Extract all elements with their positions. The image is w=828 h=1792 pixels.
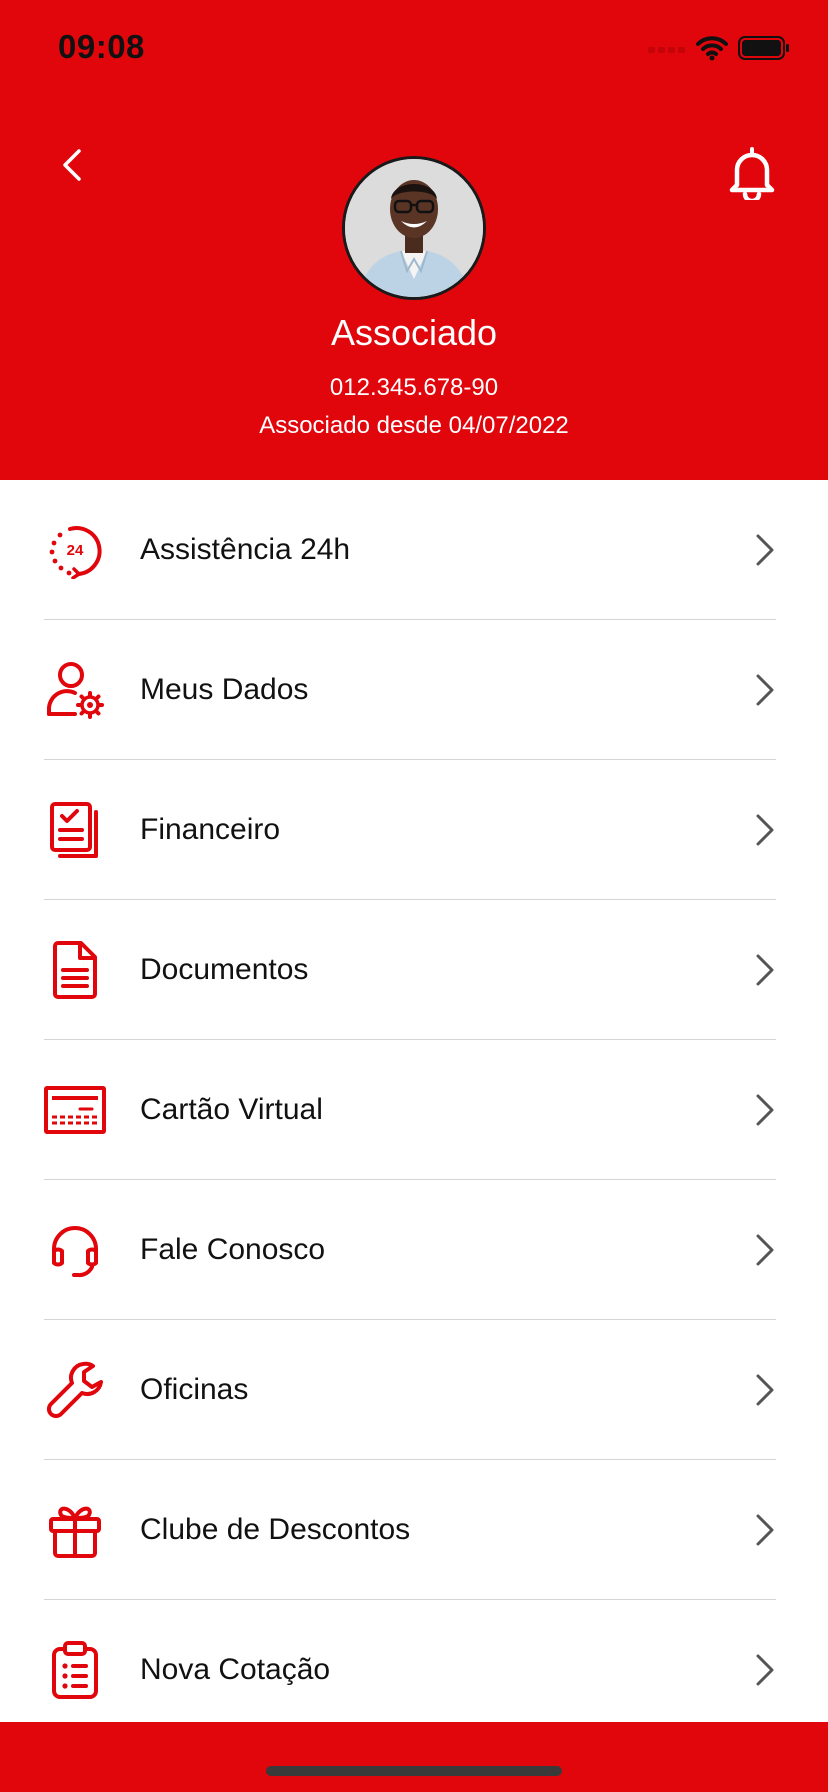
chevron-right-icon	[756, 814, 774, 846]
menu-item-meus-dados[interactable]: Meus Dados	[0, 620, 828, 760]
menu-item-label: Oficinas	[140, 1373, 249, 1406]
menu-item-clube-de-descontos[interactable]: Clube de Descontos	[0, 1460, 828, 1600]
bell-icon	[729, 147, 775, 200]
profile-header: 09:08 Associado 012.345.678-90 Associado…	[0, 0, 828, 480]
avatar-photo	[345, 159, 483, 297]
menu-item-financeiro[interactable]: Financeiro	[0, 760, 828, 900]
menu-item-fale-conosco[interactable]: Fale Conosco	[0, 1180, 828, 1320]
profile-name: Associado	[330, 312, 498, 353]
profile-member-since: Associado desde 04/07/2022	[259, 412, 569, 439]
menu-item-label: Documentos	[140, 953, 309, 986]
menu-item-label: Clube de Descontos	[140, 1513, 411, 1546]
notifications-button[interactable]	[726, 145, 778, 201]
chevron-right-icon	[756, 534, 774, 566]
menu-item-label: Nova Cotação	[140, 1653, 331, 1686]
menu-item-label: Fale Conosco	[140, 1233, 326, 1266]
wrench-icon	[44, 1359, 106, 1421]
menu-item-label: Cartão Virtual	[140, 1093, 323, 1126]
document-icon	[44, 939, 106, 1001]
clipboard-list-icon	[44, 1639, 106, 1701]
chevron-right-icon	[756, 674, 774, 706]
chevron-right-icon	[756, 1094, 774, 1126]
virtual-card-icon	[44, 1079, 106, 1141]
back-button[interactable]	[52, 140, 92, 190]
menu-item-documentos[interactable]: Documentos	[0, 900, 828, 1040]
home-indicator[interactable]	[266, 1766, 562, 1776]
gift-icon	[44, 1499, 106, 1561]
assistance-24h-icon: 24	[44, 519, 106, 581]
chevron-right-icon	[756, 1234, 774, 1266]
headset-icon	[44, 1219, 106, 1281]
menu-item-assistencia-24h[interactable]: 24 Assistência 24h	[0, 480, 828, 620]
signal-icon	[648, 41, 686, 59]
chevron-right-icon	[756, 1654, 774, 1686]
profile-document: 012.345.678-90	[329, 374, 499, 401]
avatar[interactable]	[342, 156, 486, 300]
menu-item-label: Meus Dados	[140, 673, 309, 706]
user-settings-icon	[44, 659, 106, 721]
wifi-icon	[696, 35, 728, 66]
bottom-bar	[0, 1722, 828, 1792]
chevron-left-icon	[63, 149, 81, 181]
chevron-right-icon	[756, 954, 774, 986]
battery-icon	[738, 35, 790, 66]
menu-item-label: Financeiro	[140, 813, 281, 846]
status-icons	[648, 34, 790, 66]
screen: 09:08 Associado 012.345.678-90 Associado…	[0, 0, 828, 1792]
menu-item-cartao-virtual[interactable]: Cartão Virtual	[0, 1040, 828, 1180]
menu-item-label: Assistência 24h	[140, 533, 351, 566]
chevron-right-icon	[756, 1514, 774, 1546]
menu-item-nova-cotacao[interactable]: Nova Cotação	[0, 1600, 828, 1740]
status-time: 09:08	[58, 28, 145, 65]
svg-text:24: 24	[67, 542, 84, 559]
financial-documents-icon	[44, 799, 106, 861]
menu-item-oficinas[interactable]: Oficinas	[0, 1320, 828, 1460]
chevron-right-icon	[756, 1374, 774, 1406]
menu-list: 24 Assistência 24h Meus Dados Financeiro…	[0, 480, 828, 1740]
